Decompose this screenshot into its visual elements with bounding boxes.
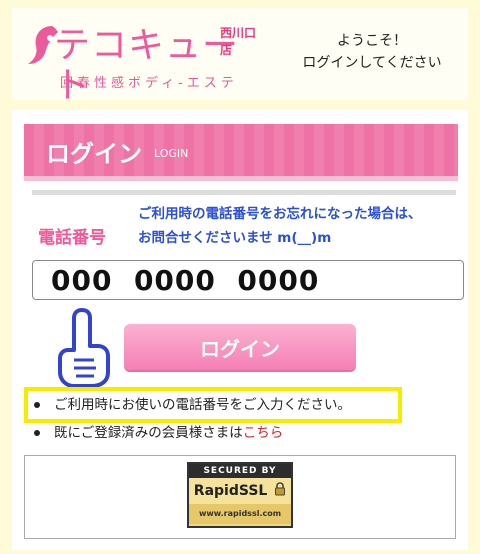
ssl-badge[interactable]: SECURED BY RapidSSL www.rapidssl.com xyxy=(187,462,293,528)
login-title: ログイン xyxy=(46,140,142,168)
note-member-prefix: 既にご登録済みの会員様さまは xyxy=(54,425,243,441)
forgot-phone-notice: ご利用時の電話番号をお忘れになった場合は、 お問合せくださいませ m(__)m xyxy=(138,202,464,250)
welcome-line-1: ようこそ！ xyxy=(337,33,407,49)
notice-line-2: お問合せくださいませ m(__)m xyxy=(138,230,332,246)
ssl-brand: RapidSSL xyxy=(193,483,268,499)
login-title-en: LOGIN xyxy=(154,147,189,160)
list-item: ご利用時にお使いの電話番号をご入力ください。 xyxy=(34,391,351,419)
login-button[interactable]: ログイン xyxy=(124,324,356,370)
welcome-line-2: ログインしてください xyxy=(302,55,442,71)
logo-tagline: 回春性感ボディ-エステ xyxy=(60,76,238,91)
notice-line-1: ご利用時の電話番号をお忘れになった場合は、 xyxy=(138,206,422,222)
note-enter-phone: ご利用時にお使いの電話番号をご入力ください。 xyxy=(54,397,351,413)
pointing-hand-icon xyxy=(58,308,110,388)
ssl-section: SECURED BY RapidSSL www.rapidssl.com xyxy=(24,455,456,539)
list-item: 既にご登録済みの会員様さまはこちら xyxy=(34,419,351,447)
member-login-link[interactable]: こちら xyxy=(243,425,284,441)
site-header: テコキュート 西川口店 回春性感ボディ-エステ ようこそ！ ログインしてください xyxy=(12,8,468,106)
welcome-message: ようこそ！ ログインしてください xyxy=(272,30,472,74)
bullet-icon xyxy=(34,430,40,436)
login-banner: ログイン LOGIN xyxy=(24,124,458,181)
phone-label: 電話番号 xyxy=(38,228,106,248)
divider xyxy=(32,190,456,195)
bullet-icon xyxy=(34,402,40,408)
notes-list: ご利用時にお使いの電話番号をご入力ください。 既にご登録済みの会員様さまはこちら xyxy=(34,391,351,447)
logo-shop-name: 西川口店 xyxy=(220,26,257,57)
ssl-secured-by: SECURED BY xyxy=(189,464,291,478)
phone-input[interactable] xyxy=(32,260,464,300)
ssl-url: www.rapidssl.com xyxy=(189,504,291,524)
brand-logo[interactable]: テコキュート 西川口店 回春性感ボディ-エステ xyxy=(24,20,257,106)
login-card: ログイン LOGIN 電話番号 ご利用時の電話番号をお忘れになった場合は、 お問… xyxy=(12,110,468,550)
padlock-icon xyxy=(275,482,286,496)
ssl-brand-row: RapidSSL xyxy=(189,478,291,504)
